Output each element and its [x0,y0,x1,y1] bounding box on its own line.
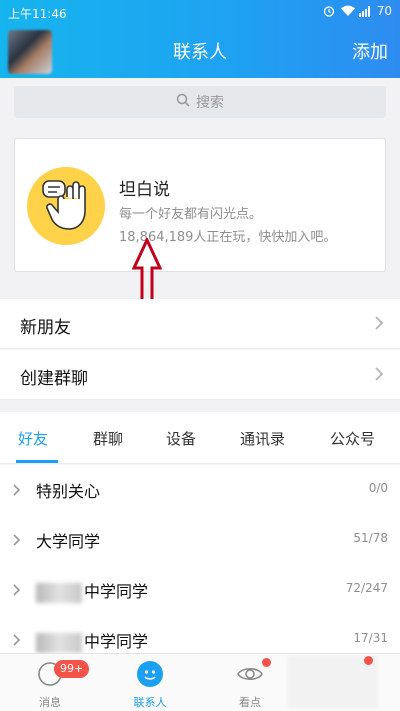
battery-level: 70 [376,4,392,18]
group-count: 72/247 [345,581,388,595]
notification-dot [364,656,373,665]
chevron-right-icon [374,366,384,386]
friend-group-row[interactable]: 中学同学 72/247 [0,565,400,615]
friend-group-row[interactable]: 特别关心 0/0 [0,465,400,515]
message-badge: 99+ [54,660,90,678]
banner-subtitle: 每一个好友都有闪光点。 [119,207,263,222]
wifi-icon [340,5,355,17]
kandian-dot [262,658,271,667]
group-name: 特别关心 [36,482,101,501]
chevron-right-icon [12,632,21,651]
bottom-nav: 99+ 消息 联系人 看点 [0,653,400,711]
tab-devices[interactable]: 设备 [166,428,196,449]
add-button[interactable]: 添加 [352,38,388,64]
nav-contacts-label: 联系人 [133,696,167,709]
redaction-blur [36,632,82,653]
group-count: 51/78 [353,531,388,545]
header: 上午11:46 70 联系人 添加 [0,0,400,78]
tab-friends[interactable]: 好友 [18,428,48,449]
group-name-wrap: 中学同学 [36,578,148,603]
tab-official-accounts[interactable]: 公众号 [330,428,375,449]
tanbaishuo-logo-icon [27,167,105,245]
nav-messages-label: 消息 [39,696,61,709]
group-count: 17/31 [353,631,388,645]
create-group-row[interactable]: 创建群聊 [0,350,400,400]
nav-contacts[interactable]: 联系人 [100,658,200,710]
contact-tabs: 好友 群聊 设备 通讯录 公众号 [0,412,400,464]
alarm-icon [323,5,335,17]
active-tab-indicator [16,460,58,463]
chevron-right-icon [12,532,21,551]
group-name-wrap: 中学同学 [36,628,148,653]
friend-group-row[interactable]: 大学同学 51/78 [0,515,400,565]
signal-icon [358,5,371,17]
tab-groups[interactable]: 群聊 [93,428,123,449]
eye-icon [236,660,264,688]
chevron-right-icon [374,315,384,335]
nav-kandian[interactable]: 看点 [200,658,300,710]
tanbaishuo-banner[interactable]: 坦白说 每一个好友都有闪光点。 18,864,189人正在玩，快快加入吧。 [14,138,386,272]
status-icons: 70 [323,4,392,18]
redaction-blur [36,582,82,603]
search-placeholder: 搜索 [196,95,224,111]
banner-title: 坦白说 [119,180,170,200]
group-count: 0/0 [368,481,388,495]
new-friends-label: 新朋友 [20,318,71,338]
nav-messages[interactable]: 99+ 消息 [0,658,100,710]
status-bar: 上午11:46 70 [0,0,400,24]
contacts-icon [136,660,164,688]
tab-address-book[interactable]: 通讯录 [240,428,285,449]
chevron-right-icon [12,582,21,601]
status-time: 上午11:46 [8,7,67,21]
nav-kandian-label: 看点 [239,696,261,709]
search-area: 搜索 [0,78,400,126]
create-group-label: 创建群聊 [20,369,88,389]
group-name: 大学同学 [36,532,101,551]
search-input[interactable]: 搜索 [14,86,386,118]
chevron-right-icon [12,482,21,501]
group-name: 中学同学 [84,632,149,651]
page-title: 联系人 [173,42,227,63]
new-friends-row[interactable]: 新朋友 [0,299,400,349]
search-icon [176,93,190,111]
group-name: 中学同学 [84,582,149,601]
